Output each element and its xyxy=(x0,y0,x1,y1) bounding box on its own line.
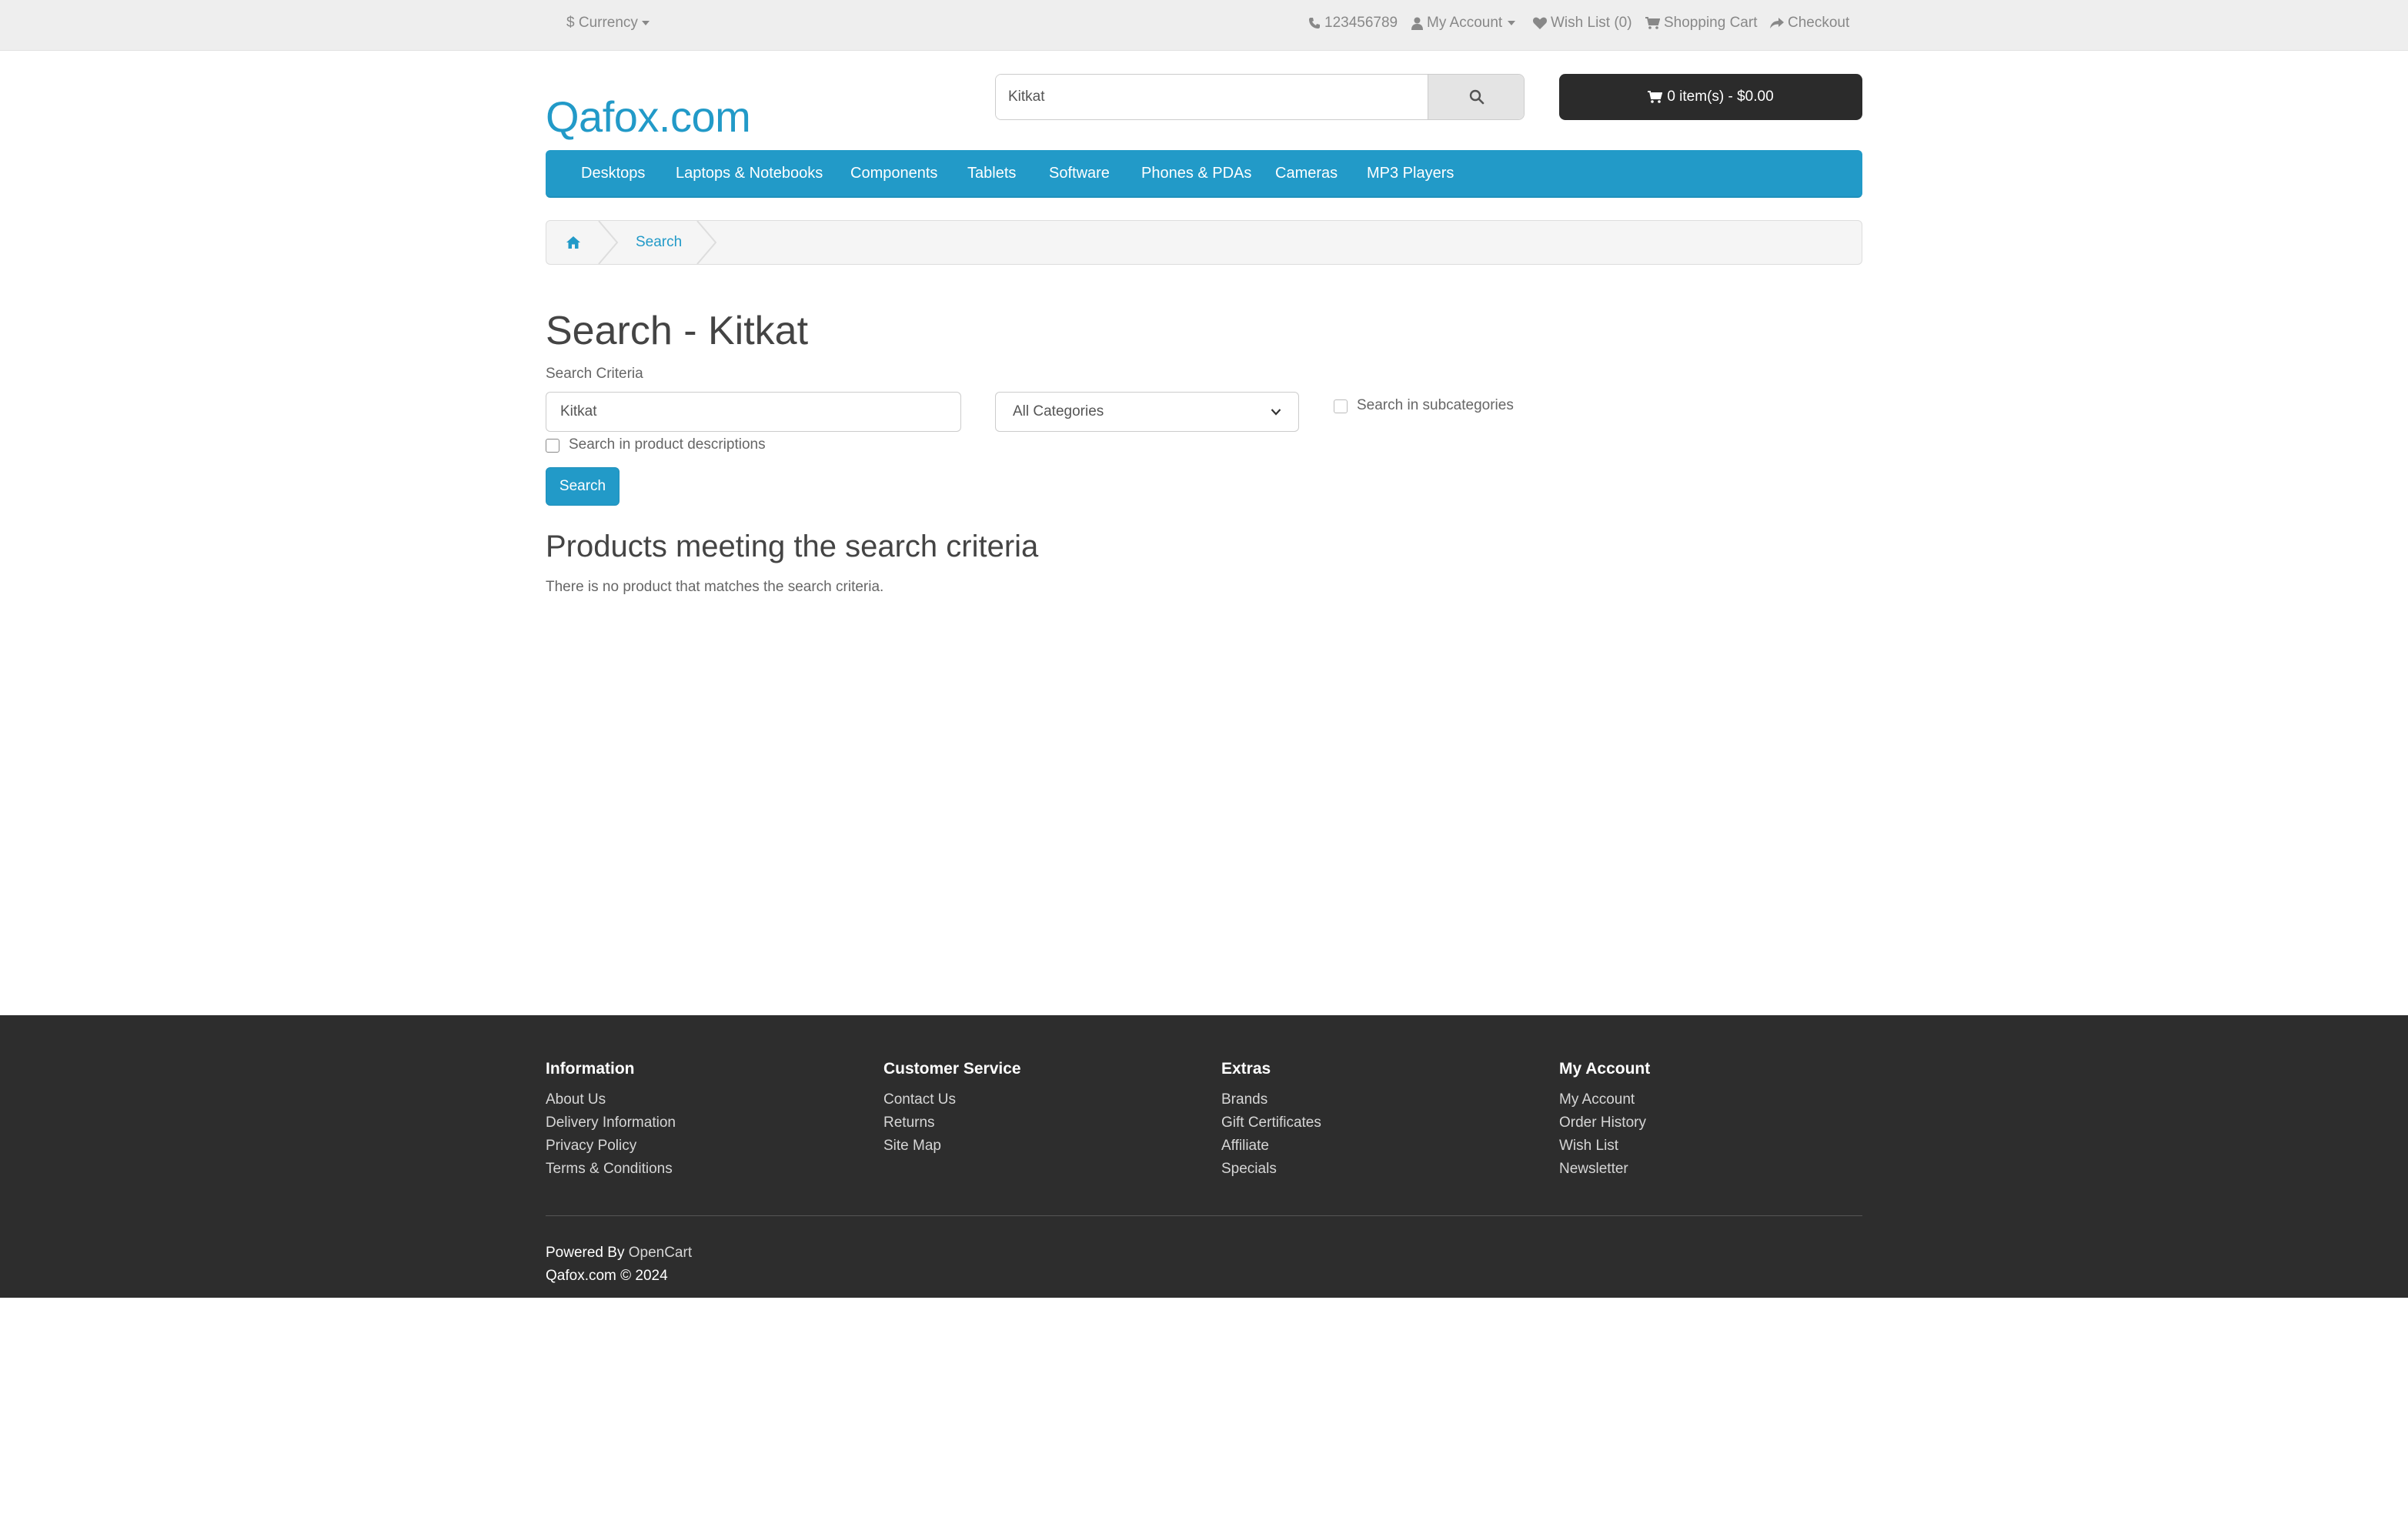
breadcrumb-separator xyxy=(696,221,717,264)
site-logo[interactable]: Qafox.com xyxy=(546,86,751,148)
home-icon xyxy=(566,236,580,249)
descriptions-label: Search in product descriptions xyxy=(569,436,766,453)
breadcrumb: Search xyxy=(546,220,1862,265)
main-menu: Desktops Laptops & Notebooks Components … xyxy=(546,150,1862,198)
phone-icon xyxy=(1309,18,1320,28)
footer-link-terms-conditions[interactable]: Terms & Conditions xyxy=(546,1158,676,1181)
footer-link-returns[interactable]: Returns xyxy=(883,1111,1021,1135)
footer-heading: Information xyxy=(546,1060,635,1078)
descriptions-checkbox[interactable] xyxy=(546,439,559,453)
keyword-input[interactable]: Kitkat xyxy=(546,392,961,432)
cart-button[interactable]: 0 item(s) - $0.00 xyxy=(1559,74,1862,120)
footer-link-order-history[interactable]: Order History xyxy=(1559,1111,1650,1135)
keyword-input-value: Kitkat xyxy=(560,403,597,419)
footer-link-wish-list[interactable]: Wish List xyxy=(1559,1135,1650,1158)
page-title: Search - Kitkat xyxy=(546,309,809,353)
my-account-dropdown[interactable]: My Account xyxy=(1411,0,1520,46)
header-search xyxy=(995,74,1525,120)
footer: Information About Us Delivery Informatio… xyxy=(0,1015,2408,1298)
share-icon xyxy=(1770,17,1784,28)
menu-item-laptops-notebooks[interactable]: Laptops & Notebooks xyxy=(676,150,823,196)
search-criteria-label: Search Criteria xyxy=(546,366,643,382)
opencart-link[interactable]: OpenCart xyxy=(629,1245,692,1261)
search-button[interactable]: Search xyxy=(546,467,620,506)
menu-item-cameras[interactable]: Cameras xyxy=(1275,150,1338,196)
menu-item-components[interactable]: Components xyxy=(850,150,937,196)
results-heading: Products meeting the search criteria xyxy=(546,530,1039,563)
shopping-cart-label: Shopping Cart xyxy=(1664,15,1758,31)
currency-label: $ Currency xyxy=(566,15,638,31)
breadcrumb-separator xyxy=(598,221,619,264)
footer-link-contact-us[interactable]: Contact Us xyxy=(883,1088,1021,1111)
subcategories-label: Search in subcategories xyxy=(1357,397,1514,413)
menu-item-mp3-players[interactable]: MP3 Players xyxy=(1367,150,1454,196)
cart-icon xyxy=(1648,91,1663,103)
footer-column-my-account: My Account My Account Order History Wish… xyxy=(1559,1058,1650,1181)
category-select[interactable]: All Categories xyxy=(995,392,1299,432)
footer-column-information: Information About Us Delivery Informatio… xyxy=(546,1058,676,1181)
menu-item-desktops[interactable]: Desktops xyxy=(581,150,645,196)
footer-link-newsletter[interactable]: Newsletter xyxy=(1559,1158,1650,1181)
footer-column-customer-service: Customer Service Contact Us Returns Site… xyxy=(883,1058,1021,1158)
phone-number: 123456789 xyxy=(1324,15,1398,31)
currency-dropdown[interactable]: $ Currency xyxy=(566,0,654,46)
footer-divider xyxy=(546,1215,1862,1216)
footer-link-specials[interactable]: Specials xyxy=(1221,1158,1321,1181)
user-icon xyxy=(1411,17,1423,30)
wish-list-label: Wish List (0) xyxy=(1551,15,1632,31)
header-search-button[interactable] xyxy=(1428,75,1524,119)
footer-link-about-us[interactable]: About Us xyxy=(546,1088,676,1111)
footer-link-site-map[interactable]: Site Map xyxy=(883,1135,1021,1158)
header-search-input[interactable] xyxy=(996,75,1427,119)
search-button-label: Search xyxy=(559,478,606,494)
footer-heading: Extras xyxy=(1221,1060,1271,1078)
phone-link[interactable]: 123456789 xyxy=(1308,0,1398,46)
footer-link-affiliate[interactable]: Affiliate xyxy=(1221,1135,1321,1158)
checkout-label: Checkout xyxy=(1788,15,1850,31)
subcategories-checkbox[interactable] xyxy=(1334,399,1348,413)
powered-by-prefix: Powered By xyxy=(546,1245,625,1261)
menu-item-phones-pdas[interactable]: Phones & PDAs xyxy=(1141,150,1251,196)
footer-heading: Customer Service xyxy=(883,1060,1021,1078)
chevron-down-icon xyxy=(1271,409,1281,416)
category-select-value: All Categories xyxy=(1013,403,1104,419)
wish-list-link[interactable]: Wish List (0) xyxy=(1533,0,1632,46)
breadcrumb-search[interactable]: Search xyxy=(636,221,682,264)
powered-by: Powered By OpenCart xyxy=(546,1242,692,1265)
footer-link-brands[interactable]: Brands xyxy=(1221,1088,1321,1111)
top-bar: $ Currency 123456789 My Account Wish Lis… xyxy=(0,0,2408,51)
menu-item-tablets[interactable]: Tablets xyxy=(967,150,1016,196)
cart-icon xyxy=(1645,17,1660,29)
menu-item-software[interactable]: Software xyxy=(1049,150,1110,196)
heart-icon xyxy=(1533,17,1547,29)
checkout-link[interactable]: Checkout xyxy=(1770,0,1849,46)
footer-heading: My Account xyxy=(1559,1060,1651,1078)
footer-link-delivery-information[interactable]: Delivery Information xyxy=(546,1111,676,1135)
no-results-message: There is no product that matches the sea… xyxy=(546,579,884,595)
footer-column-extras: Extras Brands Gift Certificates Affiliat… xyxy=(1221,1058,1321,1181)
copyright: Qafox.com © 2024 xyxy=(546,1268,668,1284)
cart-total-label: 0 item(s) - $0.00 xyxy=(1667,89,1774,105)
footer-link-privacy-policy[interactable]: Privacy Policy xyxy=(546,1135,676,1158)
footer-link-my-account[interactable]: My Account xyxy=(1559,1088,1650,1111)
breadcrumb-home[interactable] xyxy=(546,221,600,264)
caret-down-icon xyxy=(1508,21,1516,25)
search-icon xyxy=(1469,89,1485,105)
shopping-cart-link[interactable]: Shopping Cart xyxy=(1645,0,1757,46)
caret-down-icon xyxy=(641,21,650,25)
my-account-label: My Account xyxy=(1427,15,1503,31)
footer-link-gift-certificates[interactable]: Gift Certificates xyxy=(1221,1111,1321,1135)
